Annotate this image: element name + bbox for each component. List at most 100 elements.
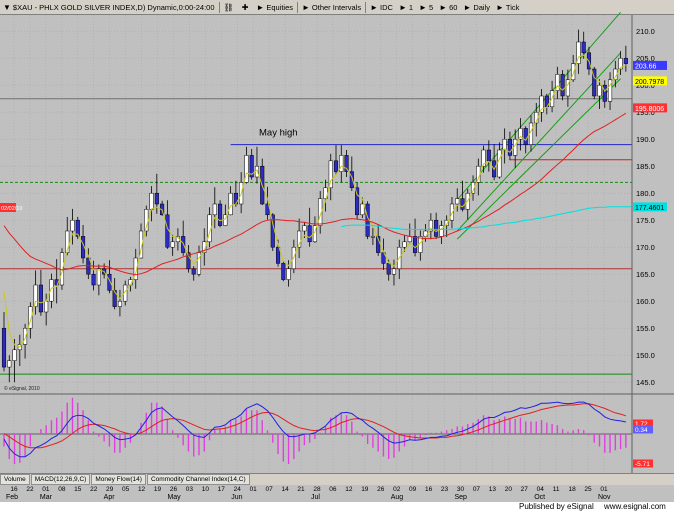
macd-label: 0.34: [635, 427, 648, 434]
candle-body: [360, 203, 365, 216]
date-axis: 16 22 01 08 15 22 29 05 12 19 26 03 10 17 24 01 07 14 21 28…: [0, 484, 674, 502]
x-day-label: 10: [202, 486, 210, 493]
published-by: Published by eSignal: [519, 502, 594, 511]
x-day-label: 11: [553, 486, 560, 493]
candle-body: [91, 273, 96, 286]
candle-body: [154, 192, 159, 205]
y-tick-label: 155.0: [636, 324, 655, 333]
x-day-label: 12: [345, 486, 353, 493]
candle-body: [218, 203, 223, 226]
x-month-label: Feb: [6, 494, 18, 501]
y-tick-label: 175.0: [636, 216, 655, 225]
x-month-label: Oct: [534, 494, 545, 501]
candle-body: [38, 284, 43, 313]
candle-body: [307, 225, 312, 243]
candle-body: [407, 236, 412, 243]
candle-body: [497, 149, 502, 178]
x-month-label: Aug: [391, 494, 404, 501]
x-day-label: 13: [489, 486, 497, 493]
x-day-label: 25: [584, 486, 592, 493]
x-day-label: 01: [250, 486, 258, 493]
candle-body: [486, 149, 491, 162]
x-day-label: 22: [90, 486, 98, 493]
watermark: © eSignal, 2010: [4, 385, 40, 392]
candle-body: [434, 219, 439, 237]
start-date-label: 02/02/10: [1, 206, 22, 212]
candle-body: [117, 300, 122, 307]
candle-body: [602, 84, 607, 102]
y-tick-label: 150.0: [636, 351, 655, 360]
esignal-url[interactable]: www.esignal.com: [604, 502, 666, 511]
x-day-label: 19: [154, 486, 162, 493]
tab-money-flow[interactable]: Money Flow(14): [91, 474, 146, 485]
tab-volume[interactable]: Volume: [0, 474, 30, 485]
x-month-label: Sep: [454, 494, 467, 501]
tab-cci[interactable]: Commodity Channel Index(14,C): [146, 474, 250, 485]
candle-body: [623, 57, 628, 64]
candle-body: [302, 225, 307, 232]
candle-body: [286, 268, 291, 280]
annotation-label: May high: [259, 128, 298, 139]
candle-body: [44, 300, 49, 313]
candle-body: [333, 160, 339, 172]
y-tick-label: 180.0: [636, 189, 655, 198]
candle-body: [191, 268, 196, 275]
x-month-label: Mar: [40, 494, 53, 501]
candle-body: [370, 236, 375, 238]
x-day-label: 07: [473, 486, 481, 493]
candle-body: [212, 203, 217, 216]
candle-body: [170, 241, 175, 248]
x-day-label: 01: [42, 486, 50, 493]
price-chart[interactable]: May high © eSignal, 2010 145.0 150.0 155.0 1…: [0, 0, 674, 513]
x-month-label: Jul: [311, 494, 320, 501]
x-day-label: 26: [377, 486, 385, 493]
x-day-label: 01: [600, 486, 608, 493]
candle-body: [402, 241, 407, 248]
x-day-label: 21: [297, 486, 305, 493]
x-month-label: Nov: [598, 494, 611, 501]
footer: Published by eSignal www.esignal.com: [0, 502, 674, 513]
candle-body: [523, 128, 528, 145]
candle-body: [597, 84, 602, 97]
x-day-label: 16: [10, 486, 18, 493]
study-tabs: Volume MACD(12,26,9,C) Money Flow(14) Co…: [0, 473, 674, 485]
y-tick-label: 185.0: [636, 162, 655, 171]
x-day-label: 15: [74, 486, 82, 493]
x-day-label: 02: [393, 486, 401, 493]
candle-body: [507, 138, 512, 156]
price-label: 203.66: [635, 63, 657, 70]
x-day-label: 09: [409, 486, 417, 493]
x-day-label: 12: [138, 486, 146, 493]
x-day-label: 14: [281, 486, 289, 493]
x-day-label: 26: [170, 486, 178, 493]
x-day-label: 29: [106, 486, 114, 493]
candle-body: [1, 327, 7, 368]
y-tick-label: 190.0: [636, 135, 655, 144]
y-tick-label: 170.0: [636, 243, 655, 252]
candle-body: [560, 74, 565, 97]
x-day-label: 18: [568, 486, 576, 493]
candle-body: [228, 192, 233, 216]
x-day-label: 24: [234, 486, 242, 493]
x-day-label: 07: [266, 486, 274, 493]
x-day-label: 23: [441, 486, 449, 493]
x-day-label: 16: [425, 486, 433, 493]
y-tick-label: 165.0: [636, 270, 655, 279]
candle-body: [460, 198, 465, 210]
candle-body: [7, 360, 12, 368]
x-day-label: 28: [313, 486, 321, 493]
candle-body: [413, 236, 418, 253]
x-day-label: 19: [361, 486, 369, 493]
candle-body: [23, 327, 28, 345]
candle-body: [455, 198, 460, 205]
y-tick-label: 160.0: [636, 297, 655, 306]
price-label: 195.8006: [635, 106, 664, 113]
tab-macd[interactable]: MACD(12,26,9,C): [30, 474, 91, 485]
x-day-label: 20: [505, 486, 513, 493]
y-tick-label: 145.0: [636, 378, 655, 387]
x-day-label: 03: [186, 486, 194, 493]
x-day-label: 17: [218, 486, 226, 493]
candle-body: [581, 41, 586, 54]
x-day-label: 05: [122, 486, 130, 493]
candle-body: [281, 263, 286, 280]
